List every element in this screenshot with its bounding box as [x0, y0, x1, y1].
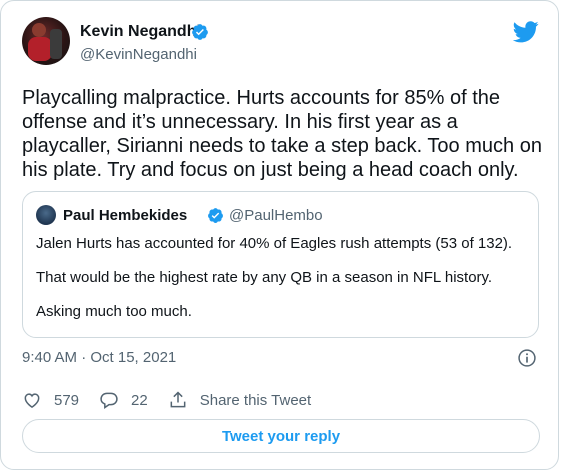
tweet-text: Playcalling malpractice. Hurts accounts …: [22, 87, 542, 181]
quoted-author-avatar: [36, 205, 56, 225]
reply-icon: [100, 392, 118, 409]
twitter-bird-icon[interactable]: [513, 21, 539, 43]
tweet-timestamp[interactable]: 9:40 AM · Oct 15, 2021: [22, 349, 176, 366]
heart-icon: [24, 393, 40, 408]
info-icon[interactable]: [517, 348, 537, 368]
reply-count: 22: [131, 391, 148, 409]
like-count: 579: [54, 391, 80, 409]
quoted-tweet-line: That would be the highest rate by any QB…: [36, 269, 493, 286]
author-handle[interactable]: @KevinNegandhi: [80, 46, 197, 63]
verified-badge-icon: [192, 24, 208, 40]
share-icon: [170, 391, 186, 408]
tweet-actions: 579 22 Share this Tweet: [22, 389, 331, 411]
share-button[interactable]: Share this Tweet: [168, 390, 311, 410]
tweet-your-reply-button[interactable]: Tweet your reply: [22, 419, 540, 453]
quoted-author-handle: @PaulHembo: [229, 207, 323, 224]
tweet-card: Kevin Negandhi @KevinNegandhi Playcallin…: [0, 0, 559, 470]
quoted-author-name: Paul Hembekides: [63, 207, 188, 224]
like-button[interactable]: 579: [22, 390, 79, 410]
quoted-tweet-line: Asking much too much.: [36, 303, 192, 320]
quoted-tweet-line: Jalen Hurts has accounted for 40% of Eag…: [36, 235, 513, 252]
author-avatar[interactable]: [22, 17, 70, 65]
share-label: Share this Tweet: [199, 391, 312, 409]
quoted-tweet[interactable]: Paul Hembekides @PaulHembo Jalen Hurts h…: [22, 191, 539, 338]
reply-button[interactable]: 22: [99, 390, 148, 410]
verified-badge-icon: [208, 208, 223, 223]
author-name[interactable]: Kevin Negandhi: [80, 23, 201, 41]
